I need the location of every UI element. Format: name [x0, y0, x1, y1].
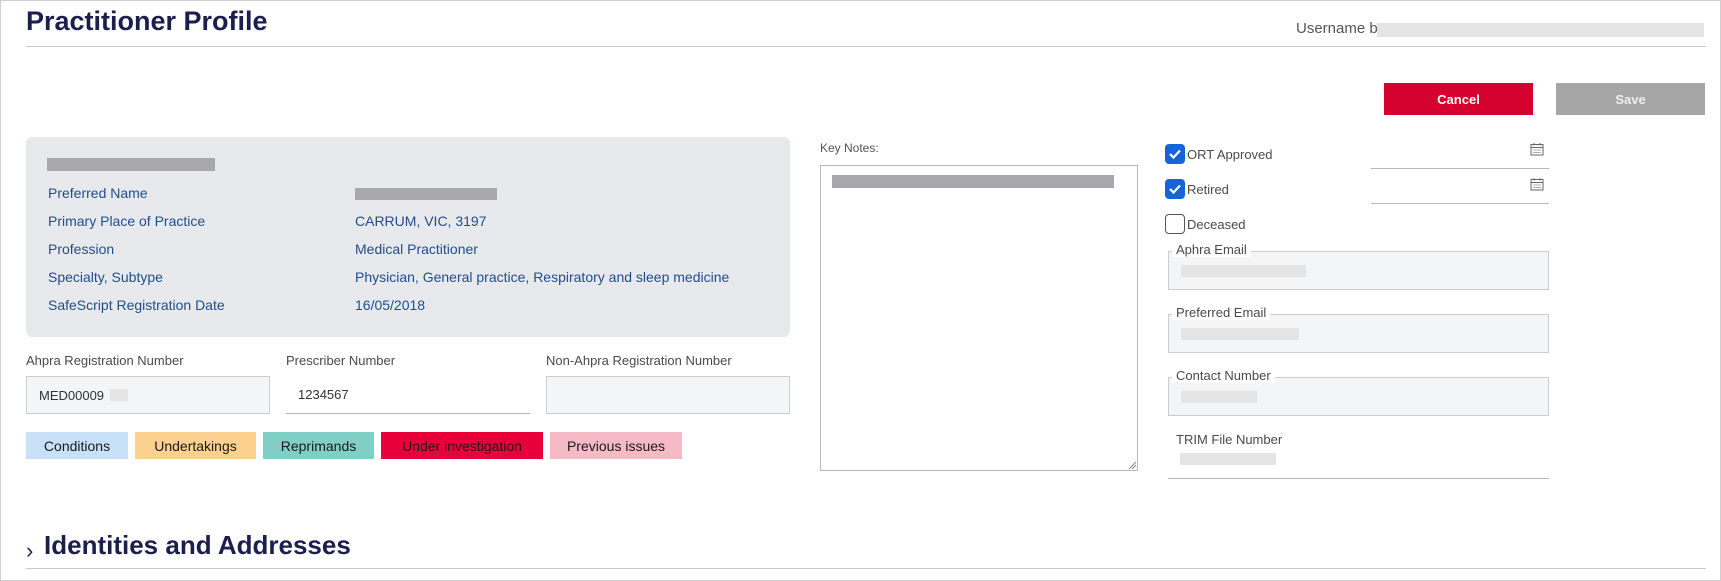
- aphra-email-label: Aphra Email: [1172, 243, 1251, 257]
- summary-label-primary-place: Primary Place of Practice: [48, 213, 206, 229]
- summary-value-preferred-name-redacted: [355, 188, 497, 200]
- retired-checkbox[interactable]: [1165, 179, 1185, 199]
- header-divider: [26, 46, 1706, 47]
- summary-value-safescript-date: 16/05/2018: [355, 297, 426, 313]
- username-value-redacted: [1377, 23, 1704, 37]
- summary-value-profession: Medical Practitioner: [355, 241, 478, 257]
- retired-date-field[interactable]: [1371, 203, 1549, 204]
- practitioner-summary-panel: Preferred Name Primary Place of Practice…: [26, 137, 790, 337]
- check-icon: [1169, 149, 1181, 160]
- prescriber-number-label: Prescriber Number: [286, 353, 396, 368]
- practitioner-name-redacted: [47, 158, 215, 171]
- resize-grip-icon[interactable]: [1128, 461, 1136, 469]
- key-notes-text-redacted: [832, 175, 1114, 188]
- non-ahpra-registration-label: Non-Ahpra Registration Number: [546, 353, 732, 368]
- check-icon: [1169, 184, 1181, 195]
- non-ahpra-registration-input[interactable]: [546, 376, 790, 414]
- ort-approved-date-field[interactable]: [1371, 168, 1549, 169]
- key-notes-label: Key Notes:: [820, 141, 879, 155]
- summary-label-preferred-name: Preferred Name: [48, 185, 148, 201]
- preferred-email-label: Preferred Email: [1172, 306, 1271, 320]
- tag-conditions[interactable]: Conditions: [26, 432, 128, 459]
- tag-under-investigation[interactable]: Under investigation: [381, 432, 543, 459]
- section-divider: [26, 568, 1706, 569]
- calendar-icon[interactable]: [1530, 177, 1544, 191]
- identities-addresses-section-title[interactable]: Identities and Addresses: [44, 530, 351, 561]
- deceased-checkbox[interactable]: [1165, 214, 1185, 234]
- summary-label-safescript-date: SafeScript Registration Date: [48, 297, 225, 313]
- deceased-label: Deceased: [1187, 217, 1246, 232]
- summary-label-profession: Profession: [48, 241, 115, 257]
- tag-previous-issues[interactable]: Previous issues: [550, 432, 682, 459]
- cancel-button[interactable]: Cancel: [1384, 83, 1533, 115]
- page-title: Practitioner Profile: [26, 6, 268, 36]
- summary-label-specialty: Specialty, Subtype: [48, 269, 163, 285]
- contact-number-label: Contact Number: [1172, 369, 1275, 383]
- calendar-icon[interactable]: [1530, 142, 1544, 156]
- prescriber-number-value: 1234567: [298, 387, 349, 402]
- trim-file-number-value-redacted: [1180, 453, 1276, 465]
- ahpra-registration-redacted: [110, 389, 129, 401]
- preferred-email-value-redacted: [1181, 328, 1299, 340]
- save-button[interactable]: Save: [1556, 83, 1705, 115]
- chevron-right-icon[interactable]: ›: [26, 538, 33, 564]
- username-label: Username b: [1296, 20, 1378, 37]
- key-notes-textarea[interactable]: [820, 165, 1138, 471]
- ort-approved-label: ORT Approved: [1187, 147, 1273, 162]
- ort-approved-checkbox[interactable]: [1165, 144, 1185, 164]
- contact-number-value-redacted: [1181, 391, 1257, 403]
- ahpra-registration-input[interactable]: MED00009: [26, 376, 270, 414]
- summary-value-specialty: Physician, General practice, Respiratory…: [355, 269, 730, 285]
- retired-label: Retired: [1187, 182, 1229, 197]
- ahpra-registration-label: Ahpra Registration Number: [26, 353, 184, 368]
- ahpra-registration-value: MED00009: [39, 387, 105, 403]
- trim-file-number-label: TRIM File Number: [1176, 432, 1283, 447]
- trim-file-number-input[interactable]: [1168, 447, 1549, 479]
- aphra-email-value-redacted: [1181, 265, 1306, 277]
- summary-value-primary-place: CARRUM, VIC, 3197: [355, 213, 487, 229]
- tag-undertakings[interactable]: Undertakings: [135, 432, 256, 459]
- tag-reprimands[interactable]: Reprimands: [263, 432, 374, 459]
- prescriber-number-input[interactable]: 1234567: [286, 376, 530, 414]
